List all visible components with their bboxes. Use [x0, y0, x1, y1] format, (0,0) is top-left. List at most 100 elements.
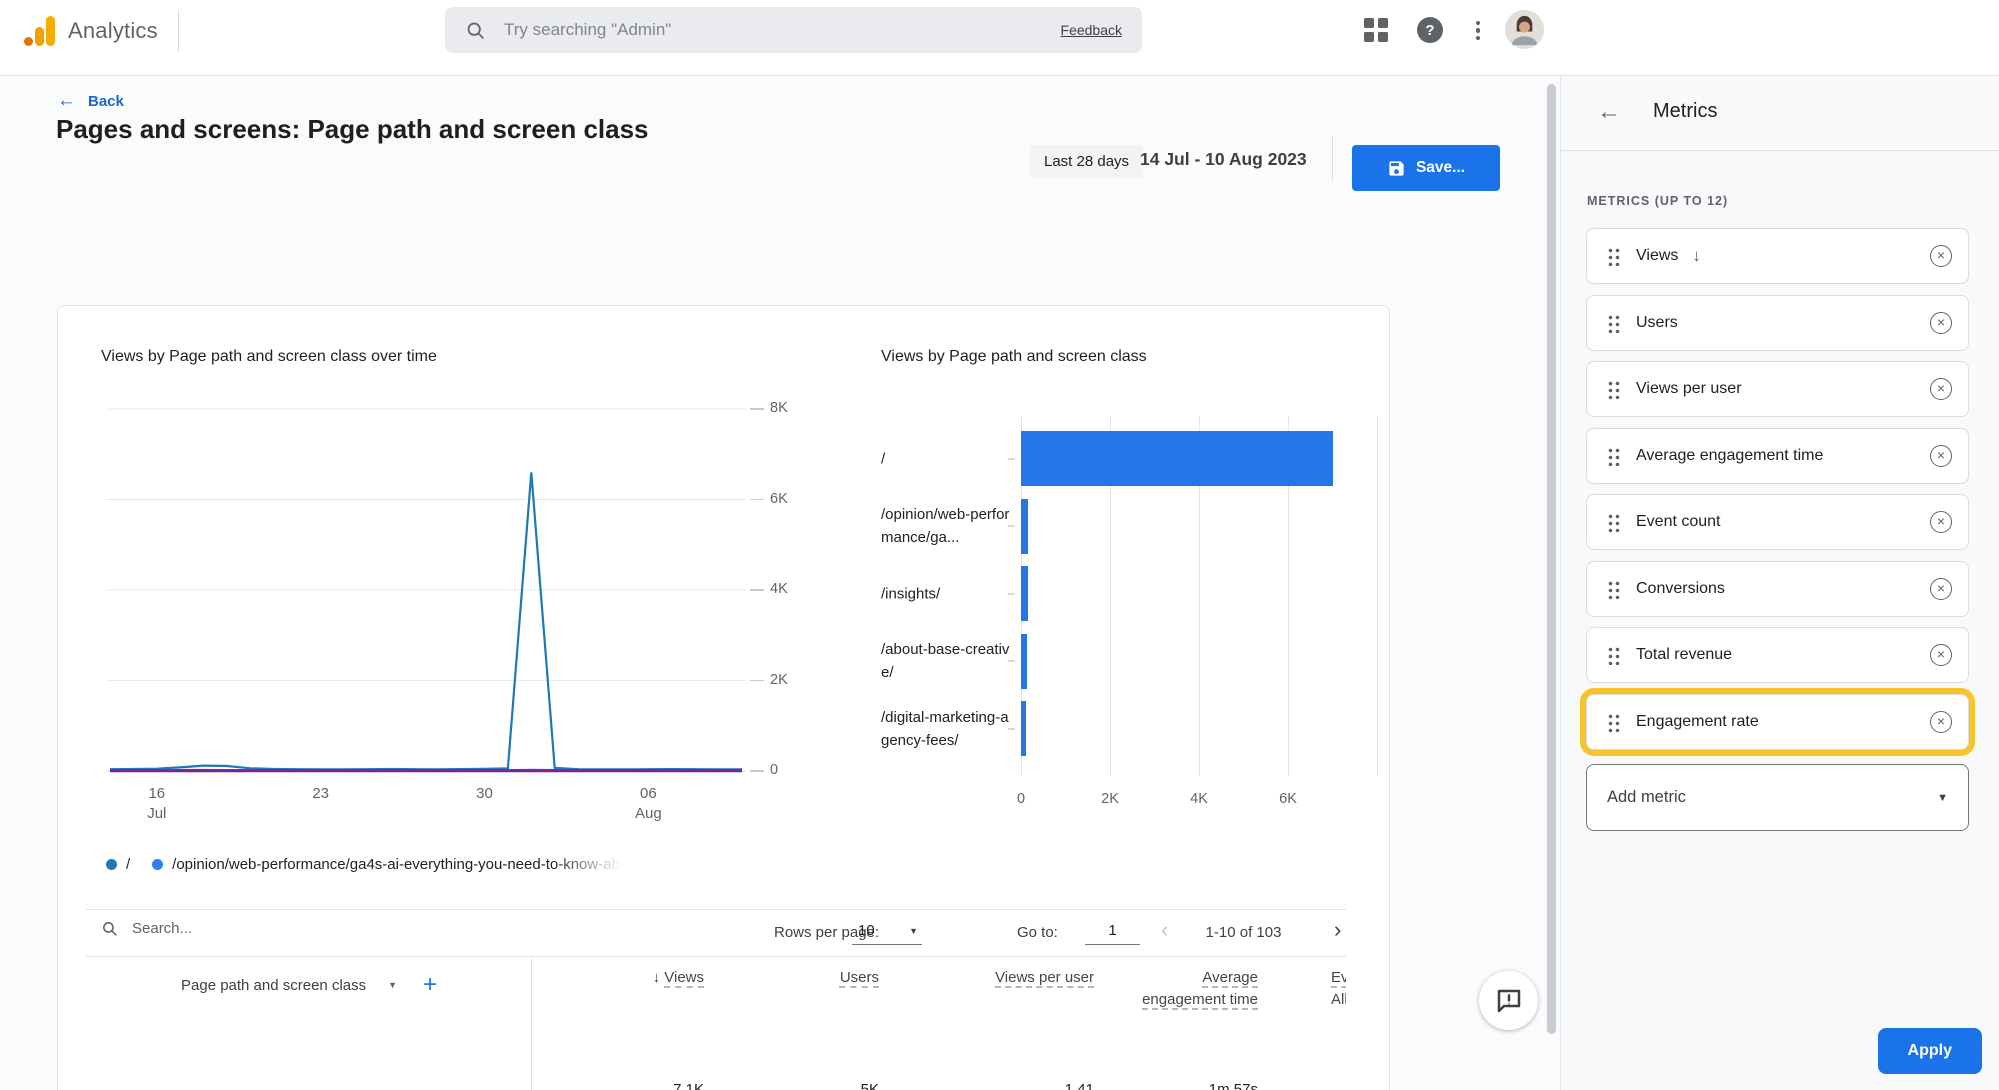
x-axis-label: 30 [445, 784, 525, 804]
bar-axis-tick [1008, 660, 1015, 662]
metric-chip-label: Event count [1636, 513, 1721, 531]
rows-per-page-select[interactable]: 10 ▼ [852, 917, 922, 945]
metric-chip-label: Views [1636, 247, 1678, 265]
line-series-1 [110, 472, 742, 769]
column-header-views[interactable]: ↓Views [574, 967, 704, 989]
bar-axis-tick [1008, 458, 1015, 460]
legend-item[interactable]: / [106, 856, 130, 873]
add-metric-dropdown[interactable]: Add metric ▼ [1586, 764, 1969, 831]
rows-per-page-caret-icon: ▼ [909, 926, 918, 936]
bar-x-axis-label: 4K [1169, 791, 1229, 807]
column-header-views-per-user[interactable]: Views per user [984, 967, 1094, 989]
feedback-link[interactable]: Feedback [1061, 22, 1122, 38]
drag-handle-icon[interactable] [1607, 712, 1620, 732]
apps-grid-icon[interactable] [1364, 18, 1389, 43]
metric-chip-conversions[interactable]: Conversions × [1586, 561, 1969, 617]
drag-handle-icon[interactable] [1607, 512, 1620, 532]
drag-handle-icon[interactable] [1607, 645, 1620, 665]
help-icon[interactable]: ? [1417, 17, 1443, 43]
x-axis-label: 16Jul [117, 784, 197, 824]
column-header-users[interactable]: Users [749, 967, 879, 989]
remove-metric-icon[interactable]: × [1930, 245, 1952, 267]
bar[interactable] [1021, 634, 1027, 689]
bar[interactable] [1021, 431, 1333, 486]
table-cell-partial: 1.41 [964, 1081, 1094, 1090]
metrics-panel-header: ← Metrics [1561, 76, 1999, 151]
bar[interactable] [1021, 566, 1028, 621]
goto-page-input[interactable] [1085, 917, 1140, 945]
y-axis-label: 0 [770, 762, 814, 778]
x-axis-label: 23 [281, 784, 361, 804]
line-chart [106, 401, 746, 773]
remove-metric-icon[interactable]: × [1930, 312, 1952, 334]
y-axis-tick [750, 770, 764, 772]
back-button[interactable]: ← Back [57, 90, 124, 112]
bar-gridline [1377, 416, 1378, 776]
pagination-prev-icon[interactable]: ‹ [1161, 919, 1168, 941]
table-search[interactable] [101, 920, 332, 937]
avatar[interactable] [1505, 10, 1544, 49]
page: Analytics Feedback ? ← Back Pages and sc… [0, 0, 1999, 1090]
bar-category-label: /insights/ [881, 582, 1011, 605]
remove-metric-icon[interactable]: × [1930, 578, 1952, 600]
bar-category-label: /about-base-creative/ [881, 638, 1011, 684]
global-search-bar[interactable]: Feedback [445, 7, 1142, 53]
metric-chip-event-count[interactable]: Event count × [1586, 494, 1969, 550]
chart-legend: / /opinion/web-performance/ga4s-ai-everyt… [106, 851, 800, 877]
metric-chip-views-per-user[interactable]: Views per user× [1586, 361, 1969, 417]
metric-chip-engagement-rate[interactable]: Engagement rate× [1586, 694, 1969, 750]
date-preset-badge[interactable]: Last 28 days [1030, 145, 1143, 178]
y-axis-tick [750, 499, 764, 501]
metric-chip-users[interactable]: Users × [1586, 295, 1969, 351]
panel-back-arrow-icon[interactable]: ← [1597, 98, 1621, 126]
feedback-fab[interactable] [1479, 971, 1538, 1030]
remove-metric-icon[interactable]: × [1930, 711, 1952, 733]
x-axis-label: 06Aug [608, 784, 688, 824]
table-search-input[interactable] [132, 920, 332, 937]
y-axis-tick [750, 408, 764, 410]
apply-button[interactable]: Apply [1878, 1028, 1982, 1074]
drag-handle-icon[interactable] [1607, 446, 1620, 466]
drag-handle-icon[interactable] [1607, 246, 1620, 266]
legend-dot-icon [106, 859, 117, 870]
global-search-input[interactable] [504, 20, 1061, 40]
column-header-event-count[interactable]: Event countAll events [1331, 967, 1346, 1011]
drag-handle-icon[interactable] [1607, 313, 1620, 333]
drag-handle-icon[interactable] [1607, 379, 1620, 399]
metrics-section-label: METRICS (UP TO 12) [1587, 194, 1728, 208]
metric-chip-views[interactable]: Views↓× [1586, 228, 1969, 284]
page-title: Pages and screens: Page path and screen … [56, 114, 649, 145]
back-arrow-icon: ← [57, 90, 76, 112]
drag-handle-icon[interactable] [1607, 579, 1620, 599]
bar-axis-tick [1008, 593, 1015, 595]
metric-chip-label: Users [1636, 314, 1678, 332]
dimension-header[interactable]: Page path and screen class ▼ + [181, 971, 437, 999]
add-metric-caret-icon: ▼ [1937, 792, 1948, 804]
y-axis-label: 8K [770, 400, 814, 416]
more-options-icon[interactable] [1470, 18, 1486, 43]
dimension-header-label: Page path and screen class [181, 977, 366, 994]
remove-metric-icon[interactable]: × [1930, 511, 1952, 533]
metric-chip-label: Average engagement time [1636, 447, 1823, 465]
bar[interactable] [1021, 701, 1026, 756]
app-name: Analytics [68, 18, 158, 44]
remove-metric-icon[interactable]: × [1930, 644, 1952, 666]
metric-chip-total-revenue[interactable]: Total revenue× [1586, 627, 1969, 683]
metric-chip-label: Conversions [1636, 580, 1725, 598]
add-dimension-icon[interactable]: + [423, 971, 437, 999]
logo-area: Analytics [22, 8, 179, 54]
date-range-value[interactable]: 14 Jul - 10 Aug 2023 [1140, 149, 1307, 170]
save-button[interactable]: Save... [1352, 145, 1500, 191]
y-axis-label: 2K [770, 672, 814, 688]
dimension-caret-icon[interactable]: ▼ [388, 980, 397, 990]
metrics-panel: ← Metrics METRICS (UP TO 12) Views↓× User… [1560, 76, 1999, 1090]
table-region: Rows per page: 10 ▼ Go to: ‹ 1-10 of 103… [86, 909, 1346, 1090]
remove-metric-icon[interactable]: × [1930, 445, 1952, 467]
metric-chip-average-engagement-time[interactable]: Average engagement time × [1586, 428, 1969, 484]
pagination-next-icon[interactable]: › [1334, 919, 1341, 941]
bar[interactable] [1021, 499, 1028, 554]
legend-item[interactable]: /opinion/web-performance/ga4s-ai-everyth… [152, 856, 622, 873]
column-header-average-engagement-time[interactable]: Average engagement time [1138, 967, 1258, 1011]
remove-metric-icon[interactable]: × [1930, 378, 1952, 400]
main-scrollbar-thumb[interactable] [1547, 84, 1556, 1034]
